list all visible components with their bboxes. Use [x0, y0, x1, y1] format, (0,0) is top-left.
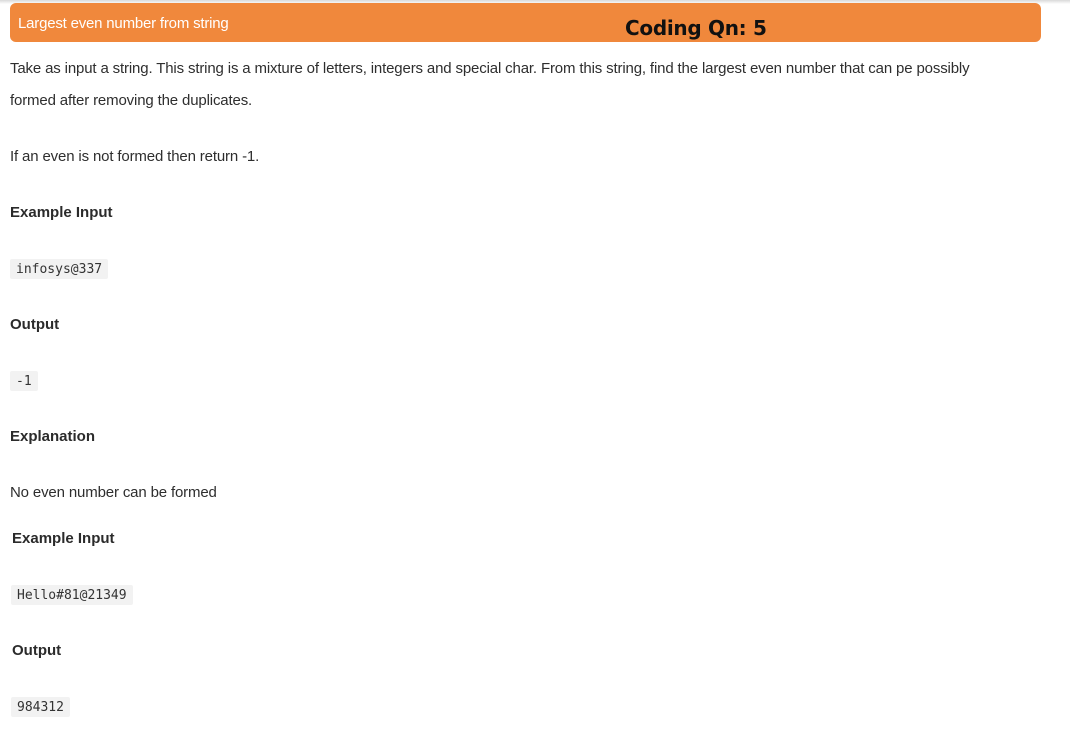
- example-1-output-heading: Output: [10, 316, 60, 333]
- problem-note: If an even is not formed then return -1.: [10, 148, 260, 165]
- question-title: Largest even number from string: [18, 15, 229, 32]
- example-1-explanation-heading: Explanation: [10, 428, 96, 445]
- example-2-input-code: Hello#81@21349: [11, 585, 133, 605]
- example-2-output-code: 984312: [11, 697, 70, 717]
- problem-statement-line-1: Take as input a string. This string is a…: [10, 60, 970, 77]
- example-1-input-code: infosys@337: [10, 259, 109, 279]
- example-1-input-heading: Example Input: [10, 204, 113, 221]
- problem-statement-line-2: formed after removing the duplicates.: [10, 92, 253, 109]
- example-2-output-heading: Output: [12, 642, 62, 659]
- example-1-explanation-text: No even number can be formed: [10, 484, 217, 501]
- question-header: Largest even number from string Coding Q…: [10, 3, 1041, 42]
- example-1-output-code: -1: [10, 371, 38, 391]
- page: Largest even number from string Coding Q…: [0, 0, 1070, 732]
- example-2-input-heading: Example Input: [12, 530, 115, 547]
- question-number-badge: Coding Qn: 5: [625, 16, 767, 40]
